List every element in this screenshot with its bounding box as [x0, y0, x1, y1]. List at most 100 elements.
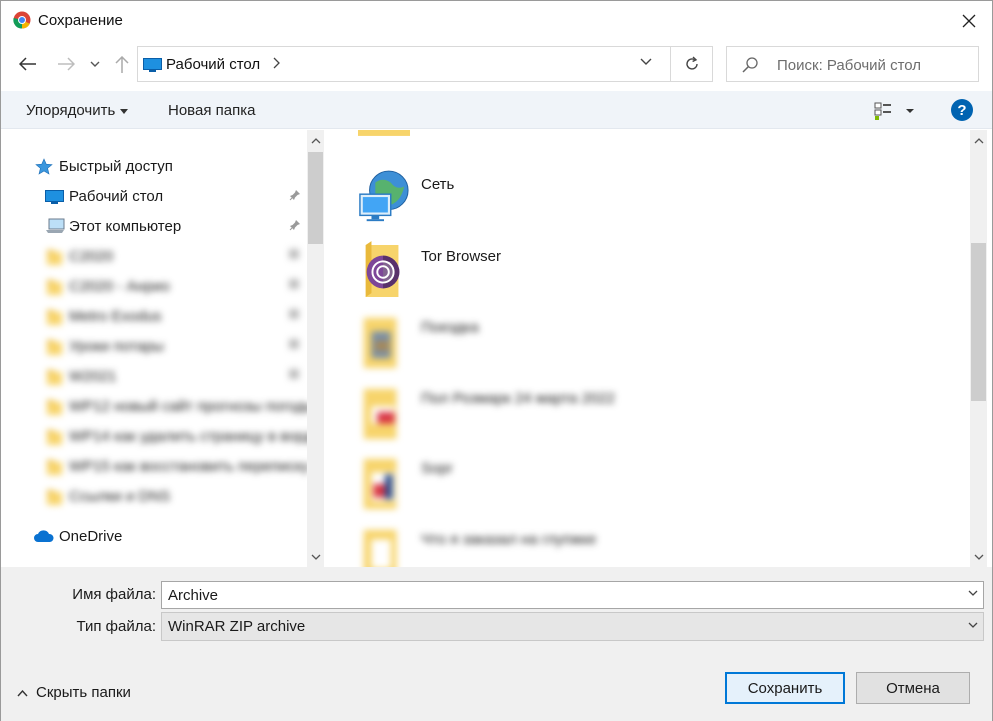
list-item[interactable] [328, 130, 748, 150]
sidebar-item-folder[interactable]: WP14 как удалить страницу в ворд [1, 422, 313, 450]
pin-icon [289, 369, 299, 379]
list-item[interactable]: Что я заказал на глупжке [328, 523, 748, 567]
pin-icon [289, 249, 299, 259]
sidebar-item-label: W2021 [69, 368, 117, 385]
scroll-down-button[interactable] [970, 548, 987, 565]
sidebar-item-label: C2020 [69, 248, 114, 265]
filename-value: Archive [168, 587, 219, 604]
sidebar-item-folder[interactable]: WP12 новый сайт прогнозы погоды [1, 392, 315, 420]
sidebar-item-label: Этот компьютер [69, 218, 182, 235]
sidebar-item-folder[interactable]: Metro Exodus [1, 302, 306, 330]
folder-icon [47, 340, 62, 355]
file-name: Sopr [421, 460, 453, 477]
computer-icon [46, 218, 65, 233]
filename-input[interactable]: Archive [161, 581, 984, 609]
scroll-up-button[interactable] [307, 132, 324, 149]
sidebar-item-desktop[interactable]: Рабочий стол [1, 182, 306, 210]
filetype-select[interactable]: WinRAR ZIP archive [161, 612, 984, 641]
breadcrumb-desktop[interactable]: Рабочий стол [166, 56, 260, 73]
cancel-button[interactable]: Отмена [856, 672, 970, 704]
file-name: Сеть [421, 176, 455, 193]
list-item-network[interactable]: Сеть [328, 168, 748, 238]
chevron-up-icon [311, 137, 320, 143]
sidebar-item-label: Уроки потары [69, 338, 164, 355]
chevron-down-icon [90, 61, 100, 67]
sidebar-item-label: WP14 как удалить страницу в ворд [69, 428, 314, 445]
desktop-icon [143, 58, 162, 72]
caret-down-icon [120, 108, 129, 114]
search-icon [742, 57, 758, 73]
folder-icon [47, 370, 62, 385]
folder-icon [363, 529, 397, 567]
list-item[interactable]: Поездка [328, 311, 748, 381]
filename-label: Имя файла: [72, 586, 156, 603]
chevron-down-icon [968, 622, 978, 628]
chrome-icon [13, 11, 31, 29]
folder-icon [47, 460, 62, 475]
pin-icon [289, 220, 300, 231]
chevron-down-icon[interactable] [640, 58, 652, 66]
organize-label: Упорядочить [26, 102, 116, 119]
sidebar-item-quick-access[interactable]: Быстрый доступ [1, 152, 306, 180]
folder-icon [363, 317, 397, 368]
scroll-thumb[interactable] [971, 243, 986, 401]
sidebar-item-folder[interactable]: Уроки потары [1, 332, 306, 360]
scroll-up-button[interactable] [970, 132, 987, 149]
save-button[interactable]: Сохранить [725, 672, 845, 704]
organize-button[interactable]: Упорядочить [26, 102, 129, 119]
sidebar-item-this-pc[interactable]: Этот компьютер [1, 212, 306, 240]
folder-icon [363, 388, 397, 439]
folder-icon [47, 490, 62, 505]
chevron-down-icon [974, 554, 983, 560]
chevron-down-icon[interactable] [968, 590, 978, 596]
arrow-right-icon [58, 57, 75, 71]
tor-folder-icon [365, 241, 400, 297]
hide-folders-label: Скрыть папки [36, 684, 131, 701]
pin-icon [289, 190, 300, 201]
folder-icon [47, 310, 62, 325]
view-details-icon [874, 102, 914, 120]
new-folder-button[interactable]: Новая папка [168, 102, 255, 119]
chevron-up-icon [17, 689, 28, 696]
folder-icon [47, 400, 62, 415]
change-view-button[interactable] [873, 100, 917, 122]
file-name: Поездка [421, 319, 479, 336]
recent-locations-button[interactable] [85, 51, 105, 77]
arrow-up-icon [115, 56, 129, 73]
navigation-pane: Быстрый доступ Рабочий стол Этот компьют… [1, 130, 325, 567]
help-button[interactable]: ? [951, 99, 973, 121]
sidebar-item-folder[interactable]: W2021 [1, 362, 306, 390]
refresh-button[interactable] [671, 46, 713, 82]
sidebar-item-folder[interactable]: WP15 как восстановить переписку [1, 452, 309, 480]
sidebar-item-label: Metro Exodus [69, 308, 162, 325]
pin-icon [289, 309, 299, 319]
file-list-scrollbar[interactable] [970, 130, 987, 567]
folder-icon [47, 280, 62, 295]
sidebar-item-folder[interactable]: C2020 - Анрио [1, 272, 306, 300]
hide-folders-button[interactable]: Скрыть папки [17, 684, 131, 701]
sidebar-item-folder[interactable]: Ссылки и DNS [1, 482, 306, 510]
star-icon [35, 158, 53, 175]
list-item[interactable]: Sopr [328, 452, 748, 522]
desktop-icon [45, 190, 64, 204]
up-button[interactable] [109, 52, 135, 78]
close-button[interactable] [953, 7, 985, 35]
list-item[interactable]: Пол Розмарк 24 марта 2022 [328, 382, 748, 452]
address-bar[interactable]: Рабочий стол [137, 46, 671, 82]
sidebar-item-label: C2020 - Анрио [69, 278, 170, 295]
scroll-down-button[interactable] [307, 548, 324, 565]
folder-icon [47, 430, 62, 445]
sidebar-item-onedrive[interactable]: OneDrive [1, 522, 306, 550]
folder-icon [47, 250, 62, 265]
sidebar-item-folder[interactable]: C2020 [1, 242, 306, 270]
list-item-tor-browser[interactable]: Tor Browser [328, 240, 748, 310]
chevron-right-icon[interactable] [272, 57, 280, 69]
forward-button[interactable] [53, 51, 79, 77]
pin-icon [289, 279, 299, 289]
save-dialog: Сохранение Рабочий стол Поиск: Рабочий с… [0, 0, 993, 721]
scroll-thumb[interactable] [308, 152, 323, 244]
filetype-label: Тип файла: [76, 618, 157, 635]
back-button[interactable] [15, 51, 41, 77]
search-box[interactable]: Поиск: Рабочий стол [726, 46, 979, 82]
navigation-scrollbar[interactable] [307, 130, 324, 567]
